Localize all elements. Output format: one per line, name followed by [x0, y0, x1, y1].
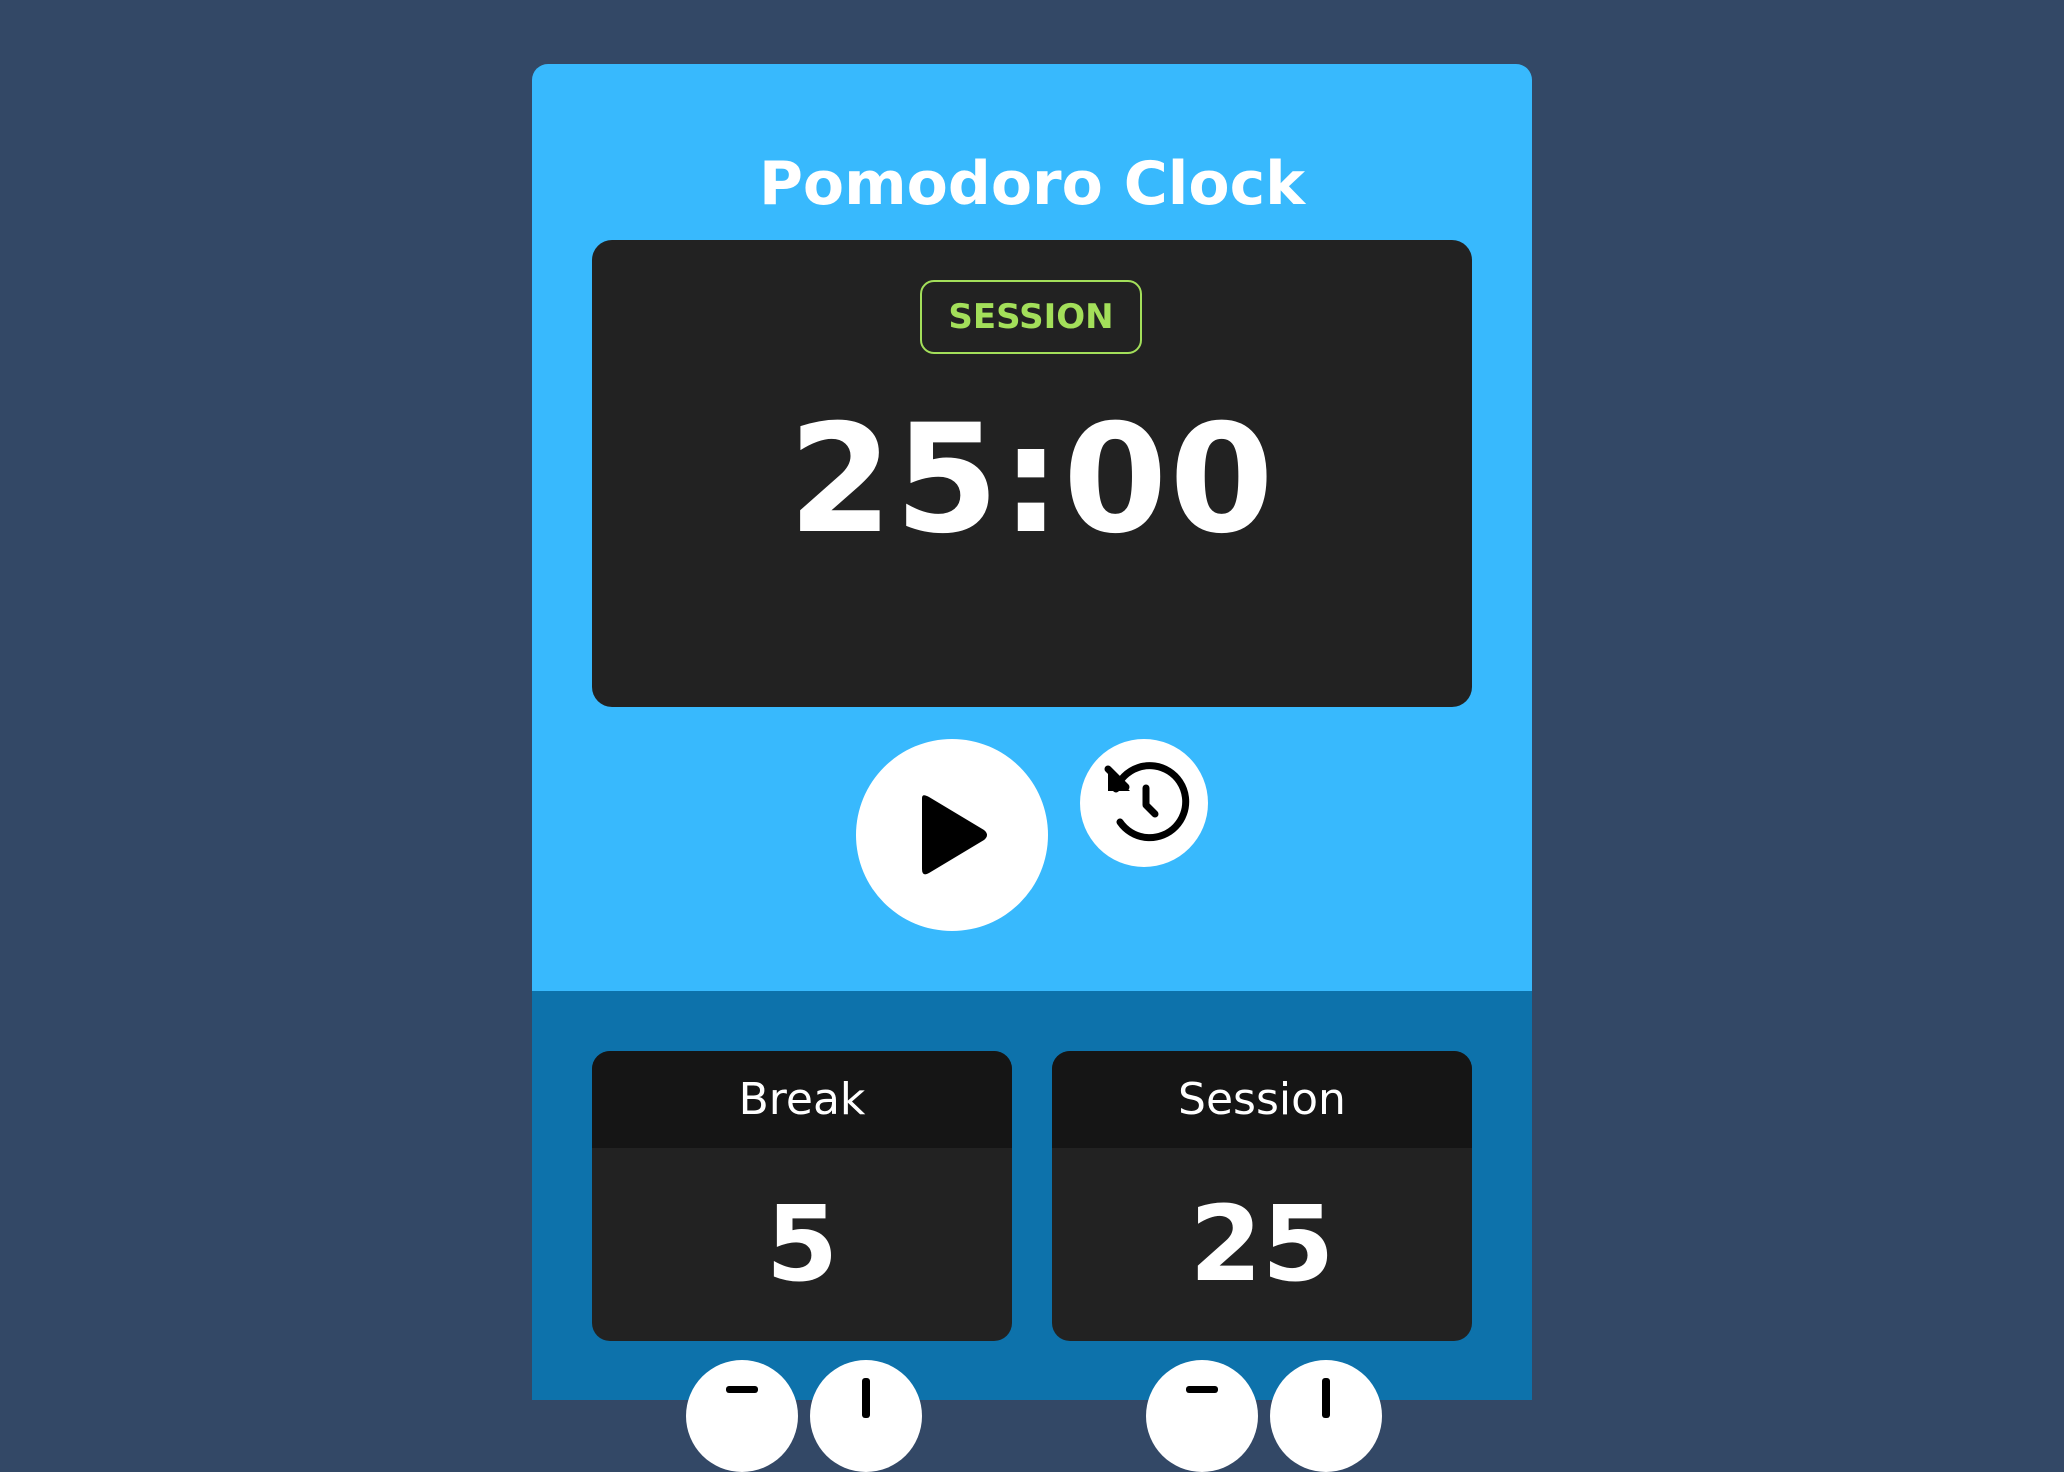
- minus-icon: [726, 1386, 758, 1393]
- timer-mode-badge: SESSION: [920, 280, 1142, 354]
- break-length: 5: [765, 1183, 839, 1305]
- session-increment-button[interactable]: [1270, 1360, 1382, 1472]
- length-settings: Break 5 Session 25: [532, 991, 1532, 1400]
- time-left: 25:00: [788, 393, 1276, 567]
- start-stop-button[interactable]: [856, 739, 1048, 931]
- reset-button[interactable]: [1080, 739, 1208, 867]
- history-reset-icon: [1104, 762, 1190, 842]
- break-increment-button[interactable]: [810, 1360, 922, 1472]
- break-decrement-button[interactable]: [686, 1360, 798, 1472]
- break-label: Break: [592, 1051, 1012, 1148]
- app-title: Pomodoro Clock: [758, 149, 1306, 219]
- timer-display: SESSION 25:00: [592, 240, 1472, 707]
- plus-icon: [862, 1378, 870, 1418]
- plus-icon: [1322, 1378, 1330, 1418]
- session-length: 25: [1189, 1183, 1335, 1305]
- session-length-card: Session 25: [1052, 1051, 1472, 1341]
- session-decrement-button[interactable]: [1146, 1360, 1258, 1472]
- session-label: Session: [1052, 1051, 1472, 1148]
- play-icon: [922, 795, 987, 875]
- minus-icon: [1186, 1386, 1218, 1393]
- break-length-card: Break 5: [592, 1051, 1012, 1341]
- pomodoro-app: Pomodoro Clock SESSION 25:00 Break 5 Ses…: [532, 64, 1532, 1400]
